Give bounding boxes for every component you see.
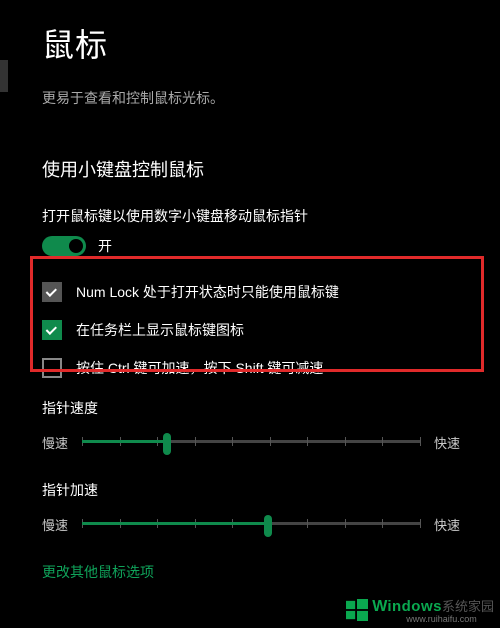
slow-label: 慢速: [42, 433, 68, 452]
pointer-speed-label: 指针速度: [42, 398, 460, 418]
page-title: 鼠标: [42, 20, 460, 66]
slow-label: 慢速: [42, 515, 68, 534]
numlock-checkbox[interactable]: [42, 282, 62, 302]
mouse-keys-toggle[interactable]: [42, 236, 86, 256]
fast-label: 快速: [434, 433, 460, 452]
ctrl-shift-checkbox-label: 按住 Ctrl 键可加速，按下 Shift 键可减速: [76, 358, 323, 378]
back-tab[interactable]: [0, 60, 8, 92]
toggle-description: 打开鼠标键以使用数字小键盘移动鼠标指针: [42, 206, 460, 226]
accel-thumb[interactable]: [264, 515, 272, 537]
check-icon: [46, 286, 57, 297]
section-title: 使用小键盘控制鼠标: [42, 156, 460, 182]
toggle-state-label: 开: [98, 236, 112, 256]
pointer-accel-slider[interactable]: [82, 512, 420, 536]
watermark: Windows系统家园 www.ruihaifu.com: [346, 596, 494, 624]
fast-label: 快速: [434, 515, 460, 534]
toggle-knob: [69, 239, 83, 253]
numlock-checkbox-label: Num Lock 处于打开状态时只能使用鼠标键: [76, 282, 339, 302]
watermark-cn: 系统家园: [442, 599, 494, 614]
page-subtitle: 更易于查看和控制鼠标光标。: [42, 88, 460, 108]
windows-logo-icon: [346, 599, 368, 621]
taskbar-icon-checkbox[interactable]: [42, 320, 62, 340]
other-mouse-options-link[interactable]: 更改其他鼠标选项: [42, 562, 460, 582]
watermark-brand: indows: [387, 598, 442, 615]
check-icon: [46, 324, 57, 335]
ctrl-shift-checkbox[interactable]: [42, 358, 62, 378]
settings-panel: 鼠标 更易于查看和控制鼠标光标。 使用小键盘控制鼠标 打开鼠标键以使用数字小键盘…: [0, 0, 500, 602]
watermark-url: www.ruihaifu.com: [406, 614, 494, 624]
speed-thumb[interactable]: [163, 433, 171, 455]
pointer-speed-slider[interactable]: [82, 430, 420, 454]
taskbar-icon-checkbox-label: 在任务栏上显示鼠标键图标: [76, 320, 244, 340]
pointer-accel-label: 指针加速: [42, 480, 460, 500]
